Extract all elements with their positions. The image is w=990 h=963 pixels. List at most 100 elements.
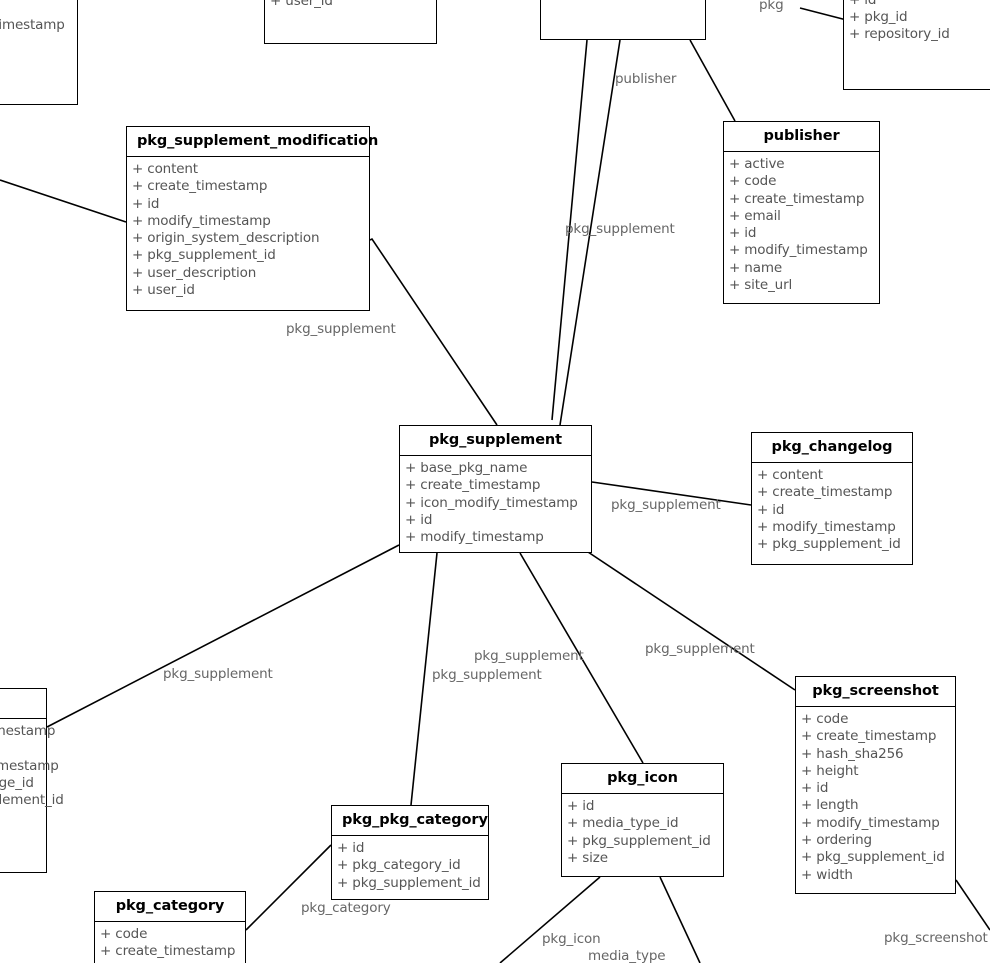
entity-attribute: + content <box>757 467 823 483</box>
edge-label: publisher <box>615 71 677 87</box>
entity-attribute: + id <box>337 840 365 856</box>
edge-label: pkg_supplement <box>286 321 396 337</box>
entity-attribute-list: + create_timestamp + modify_timestamp+ p… <box>0 719 64 813</box>
entity-publisher[interactable]: publisher + active + code + create_timestam… <box>723 121 880 304</box>
relationship-edge-e11 <box>584 549 796 691</box>
entity-attribute: + length <box>801 797 859 814</box>
edge-label: pkg_supplement <box>432 667 542 683</box>
relationship-edge-e6 <box>0 179 127 223</box>
entity-pkg_supplement_modification[interactable]: pkg_supplement_modification + content + cr… <box>126 126 378 311</box>
entity-attribute: + pkg_supplement_id <box>337 874 481 891</box>
entity-attribute: + pkg_supplement_id <box>757 536 901 553</box>
entity-attribute-list: + code + create_timestamp + hash_sha256 + h… <box>796 707 955 888</box>
entity-attribute: + pkg_id <box>849 8 908 25</box>
entity-attribute: + create_timestamp <box>757 484 893 501</box>
entity-attribute: + pkg_change_id <box>0 774 34 791</box>
relationship-edge-e14 <box>659 876 701 963</box>
entity-partial-top-mid-left[interactable]: + id+ permission_id+ pkg_id+ user_id <box>264 0 437 44</box>
entity-attribute: + ordering <box>801 832 872 849</box>
entity-title: pkg_screenshot <box>796 677 955 707</box>
entity-title: pkg_icon <box>562 764 723 794</box>
entity-pkg_pkg_category[interactable]: pkg_pkg_category + id + pkg_category_id + p… <box>331 805 489 900</box>
relationship-edge-e8 <box>46 544 400 728</box>
entity-title: pkg_supplement <box>400 426 591 456</box>
edge-label: pkg_supplement <box>611 497 721 513</box>
entity-attribute: + pkg_category_id <box>337 857 461 874</box>
entity-attribute: + pkg_supplement_id <box>801 849 945 866</box>
entity-attribute: + create_timestamp <box>729 190 865 207</box>
entity-title: pkg_changelog <box>752 433 912 463</box>
entity-attribute: + modify_timestamp <box>729 242 868 259</box>
entity-attribute: + id <box>801 780 829 797</box>
entity-attribute: + user_description <box>132 264 257 281</box>
entity-attribute: + media_type_id <box>567 815 679 832</box>
edge-label: pkg_supplement <box>474 648 584 664</box>
entity-attribute-list: + content + create_timestamp + id + modify_… <box>752 463 912 557</box>
entity-attribute <box>0 740 44 757</box>
edge-label: pkg_screenshot <box>884 930 988 946</box>
edge-label: pkg_icon <box>542 931 601 947</box>
edge-label: pkg_supplement <box>645 641 755 657</box>
entity-attribute-list: + id + media_type_id + pkg_supplement_id + … <box>562 794 723 871</box>
entity-title: pkg_pkg_category <box>332 806 488 836</box>
entity-attribute: + repository_id <box>849 26 950 43</box>
entity-attribute: + create_timestamp <box>0 723 56 739</box>
entity-attribute: + id <box>849 0 990 9</box>
entity-attribute: + modify_timestamp <box>132 212 271 229</box>
edge-label: pkg_supplement <box>565 221 675 237</box>
entity-pkg_supplement[interactable]: pkg_supplement + base_pkg_name + create_ti… <box>399 425 592 553</box>
entity-attribute: + site_url <box>729 277 793 294</box>
entity-attribute-list: + content + create_timestamp + id + modify_… <box>127 157 369 303</box>
entity-attribute: + pkg_supplement_id <box>567 832 711 849</box>
entity-attribute: + modify_timestamp <box>0 757 59 774</box>
entity-attribute: + create_timestamp <box>801 728 937 745</box>
entity-attribute: + modify_timestamp <box>801 814 940 831</box>
entity-title: publisher <box>724 122 879 152</box>
entity-attribute: + email <box>729 207 781 224</box>
edge-label: media_type <box>588 948 666 963</box>
entity-attribute-list: + create_timestamp+ id+ is_var+ modify_t… <box>0 0 77 38</box>
entity-attribute: + id <box>405 511 433 528</box>
entity-partial-top-mid[interactable]: + name+ pkg_supplement_id+ publisher_id <box>540 0 706 40</box>
entity-attribute: + modify_timestamp <box>757 518 896 535</box>
entity-attribute-list: + code + create_timestamp <box>95 922 245 963</box>
entity-attribute: + id <box>567 798 595 814</box>
entity-partial-top-left[interactable]: + create_timestamp+ id+ is_var+ modify_t… <box>0 0 78 105</box>
entity-attribute: + user_id <box>132 282 195 299</box>
entity-attribute-list: + base_pkg_name + create_timestamp + icon_… <box>400 456 591 550</box>
entity-attribute: + active <box>729 156 785 172</box>
entity-attribute: + width <box>801 866 853 883</box>
relationship-edge-e12 <box>245 844 332 931</box>
entity-attribute-list: + derived_rating+ derived_rating_sa+ id+… <box>844 0 990 47</box>
entity-attribute-list: + id+ permission_id+ pkg_id+ user_id <box>265 0 436 14</box>
entity-attribute: + code <box>100 926 148 942</box>
entity-title: pkg_supplement_modification <box>127 127 378 157</box>
entity-pkg_category[interactable]: pkg_category + code + create_timestamp <box>94 891 246 963</box>
entity-attribute: + icon_modify_timestamp <box>405 494 578 511</box>
entity-pkg_changelog[interactable]: pkg_changelog + content + create_timestamp… <box>751 432 913 565</box>
entity-partial-left-mid[interactable]: ion+ create_timestamp + modify_timestamp… <box>0 688 64 873</box>
entity-attribute: + pkg_supplement_id <box>0 792 64 809</box>
entity-title: pkg_category <box>95 892 245 922</box>
uml-diagram-canvas: + create_timestamp+ id+ is_var+ modify_t… <box>0 0 990 963</box>
entity-attribute: + code <box>729 173 777 190</box>
entity-attribute: + code <box>801 711 849 727</box>
entity-title: ion <box>0 689 46 719</box>
entity-attribute: + modify_timestamp <box>0 16 65 33</box>
entity-pkg_screenshot[interactable]: pkg_screenshot + code + create_timestamp + … <box>795 676 956 894</box>
entity-partial-top-right[interactable]: + derived_rating+ derived_rating_sa+ id+… <box>843 0 990 90</box>
entity-pkg_icon[interactable]: pkg_icon + id + media_type_id + pkg_supplem… <box>561 763 724 877</box>
entity-attribute: + content <box>132 161 198 177</box>
entity-attribute: + size <box>567 849 608 866</box>
entity-attribute: + pkg_supplement_id <box>132 247 276 264</box>
entity-attribute: + base_pkg_name <box>405 460 528 476</box>
entity-attribute: + user_id <box>270 0 333 9</box>
entity-attribute: + create_timestamp <box>132 178 268 195</box>
entity-attribute: + height <box>801 762 859 779</box>
edge-label: pkg_supplement <box>163 666 273 682</box>
entity-attribute: + create_timestamp <box>100 943 236 960</box>
relationship-edge-e15 <box>955 879 990 931</box>
entity-attribute: + origin_system_description <box>132 230 320 247</box>
entity-attribute: + id <box>132 195 160 212</box>
entity-attribute-list: + id + pkg_category_id + pkg_supplement_id <box>332 836 488 896</box>
